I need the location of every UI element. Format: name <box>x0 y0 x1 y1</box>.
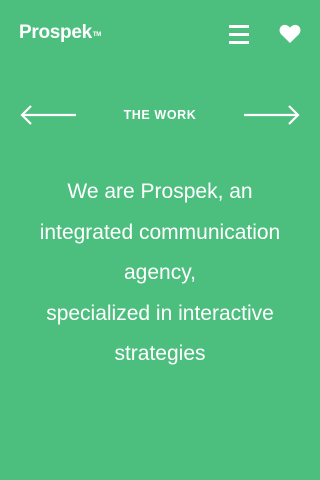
logo[interactable]: ProspekTM <box>19 22 101 44</box>
intro-line: integrated communication <box>39 220 281 244</box>
arrow-left-graphic <box>20 105 76 125</box>
logo-text[interactable]: Prospek <box>19 22 92 43</box>
heart-icon-graphic <box>279 24 301 43</box>
intro-statement: We are Prospek, an integrated communicat… <box>12 172 308 375</box>
menu-bar-bottom <box>229 41 249 44</box>
menu-bar-top <box>229 25 249 28</box>
menu-bar-middle <box>229 33 249 36</box>
hamburger-menu-icon[interactable] <box>229 24 251 46</box>
arrow-right-icon[interactable] <box>243 104 301 126</box>
intro-line: specialized in interactive <box>46 301 274 325</box>
intro-line: We are Prospek, an <box>67 180 253 203</box>
header: ProspekTM <box>0 0 320 70</box>
heart-icon[interactable] <box>279 24 301 44</box>
arrow-left-icon[interactable] <box>19 104 77 126</box>
section-navigation: THE WORK <box>0 100 320 130</box>
trademark-mark: TM <box>92 32 101 38</box>
intro-line: strategies <box>114 342 206 365</box>
intro-line: agency, <box>124 261 196 284</box>
arrow-right-graphic <box>244 105 300 125</box>
section-title[interactable]: THE WORK <box>90 106 230 124</box>
